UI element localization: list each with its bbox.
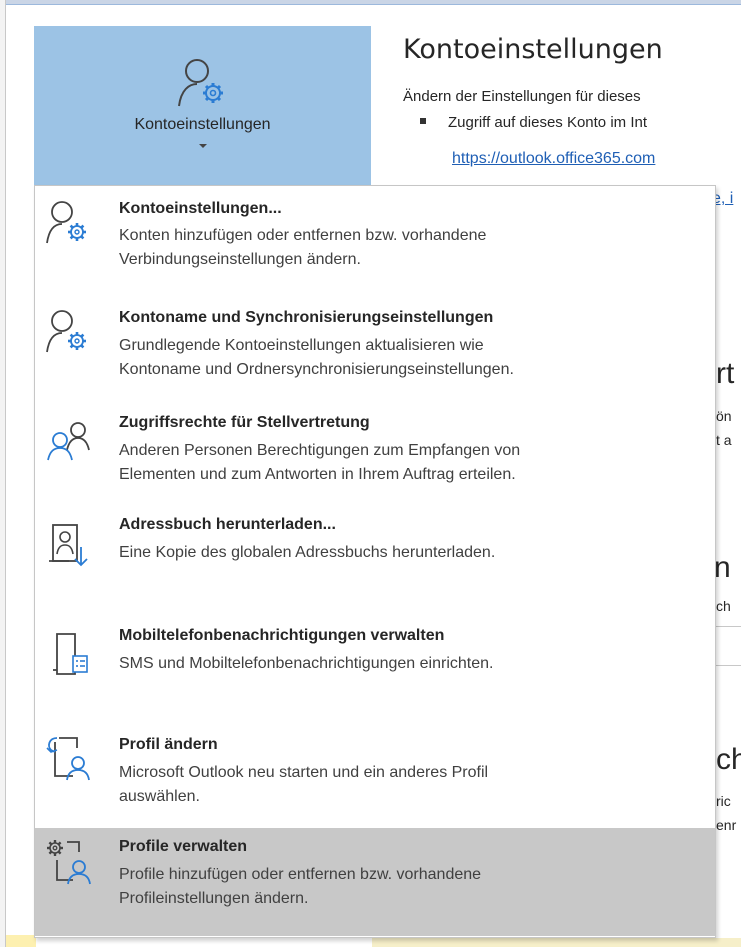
bg-text-fragment: t a [716, 432, 732, 448]
bg-heading-fragment: ch [716, 743, 741, 776]
menu-item-description: Anderen Personen Berechtigungen zum Empf… [119, 439, 709, 487]
description-line: Konten hinzufügen oder entfernen bzw. vo… [119, 227, 487, 244]
menu-item-description: SMS und Mobiltelefonbenachrichtigungen e… [119, 652, 709, 676]
bg-text-fragment: enr [716, 817, 737, 833]
menu-item-description: Grundlegende Kontoeinstellungen aktualis… [119, 334, 709, 382]
person-gear-icon [46, 310, 86, 353]
description-line: Verbindungseinstellungen ändern. [119, 251, 361, 268]
account-settings-menu: Kontoeinstellungen... Konten hinzufügen … [34, 185, 716, 938]
chevron-down-icon [198, 144, 207, 148]
window-left-edge [0, 0, 6, 947]
person-gear-icon [177, 59, 223, 107]
description-line: Elementen und zum Antworten in Ihrem Auf… [119, 466, 516, 483]
description-line: Eine Kopie des globalen Adressbuchs heru… [119, 544, 496, 561]
account-settings-dropdown-button[interactable]: Kontoeinstellungen [34, 26, 371, 187]
menu-item-description: Konten hinzufügen oder entfernen bzw. vo… [119, 224, 709, 272]
change-profile-icon [46, 737, 90, 781]
description-line: auswählen. [119, 788, 200, 805]
bg-text-fragment: ch [716, 598, 731, 614]
description-line: Grundlegende Kontoeinstellungen aktualis… [119, 337, 484, 354]
bg-input-fragment [712, 626, 741, 666]
menu-item-title: Profile verwalten [119, 838, 248, 855]
menu-item-account-name-sync[interactable]: Kontoname und Synchronisierungseinstellu… [35, 296, 715, 404]
address-book-download-icon [49, 524, 88, 567]
outlook-web-link[interactable]: https://outlook.office365.com [452, 150, 655, 168]
bullet-text: Zugriff auf dieses Konto im Int [448, 114, 647, 131]
bg-heading-fragment: n [714, 551, 731, 584]
bg-heading-fragment: rt [716, 357, 735, 390]
menu-item-title: Profil ändern [119, 736, 218, 753]
account-settings-button-label: Kontoeinstellungen [134, 116, 271, 133]
menu-item-change-profile[interactable]: Profil ändern Microsoft Outlook neu star… [35, 716, 715, 828]
description-line: Anderen Personen Berechtigungen zum Empf… [119, 442, 521, 459]
menu-item-description: Microsoft Outlook neu starten und ein an… [119, 761, 709, 809]
bottom-edge-highlight [6, 935, 36, 947]
menu-item-download-address-book[interactable]: Adressbuch herunterladen... Eine Kopie d… [35, 508, 715, 610]
description-line: SMS und Mobiltelefonbenachrichtigungen e… [119, 655, 494, 672]
menu-item-account-settings[interactable]: Kontoeinstellungen... Konten hinzufügen … [35, 186, 715, 296]
description-line: Kontoname und Ordnersynchronisierungsein… [119, 361, 514, 378]
menu-item-delegate-access[interactable]: Zugriffsrechte für Stellvertretung Ander… [35, 404, 715, 508]
menu-item-description: Profile hinzufügen oder entfernen bzw. v… [119, 863, 709, 911]
bg-text-fragment: ön [716, 408, 732, 424]
bg-text-fragment: ric [716, 793, 731, 809]
menu-item-title: Kontoeinstellungen... [119, 200, 282, 217]
page-title: Kontoeinstellungen [403, 34, 663, 65]
bullet-icon [420, 118, 426, 125]
menu-item-title: Zugriffsrechte für Stellvertretung [119, 414, 370, 431]
menu-item-mobile-notifications[interactable]: Mobiltelefonbenachrichtigungen verwalten… [35, 610, 715, 716]
two-people-icon [47, 422, 90, 461]
menu-item-description: Eine Kopie des globalen Adressbuchs heru… [119, 541, 709, 565]
description-line: Profile hinzufügen oder entfernen bzw. v… [119, 866, 482, 883]
manage-profiles-icon [47, 840, 91, 885]
menu-item-title: Kontoname und Synchronisierungseinstellu… [119, 309, 494, 326]
mobile-notifications-icon [53, 633, 88, 675]
page-description: Ändern der Einstellungen für dieses [403, 88, 641, 105]
window-top-border [6, 4, 741, 5]
menu-item-title: Adressbuch herunterladen... [119, 516, 336, 533]
bullet-item: Zugriff auf dieses Konto im Int [420, 114, 647, 131]
menu-item-manage-profiles[interactable]: Profile verwalten Profile hinzufügen ode… [35, 828, 715, 936]
description-line: Profileinstellungen ändern. [119, 890, 309, 907]
bottom-edge-strip [372, 938, 741, 947]
menu-item-title: Mobiltelefonbenachrichtigungen verwalten [119, 627, 445, 644]
person-gear-icon [46, 201, 86, 244]
description-line: Microsoft Outlook neu starten und ein an… [119, 764, 489, 781]
